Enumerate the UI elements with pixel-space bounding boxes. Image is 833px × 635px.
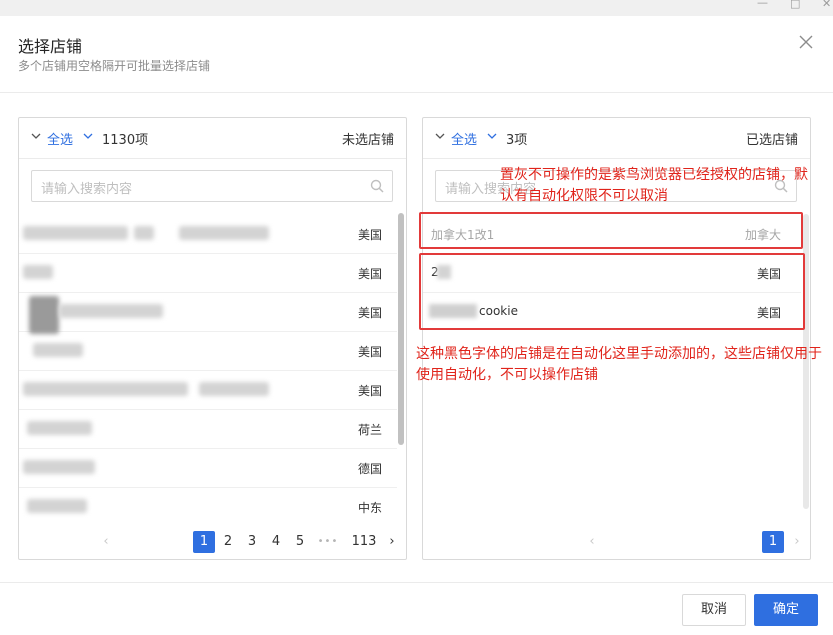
redacted-shop-name — [59, 304, 163, 318]
country-label: 美国 — [357, 228, 382, 242]
chevron-down-icon[interactable] — [435, 131, 445, 141]
dialog-subtitle: 多个店铺用空格隔开可批量选择店铺 — [18, 59, 211, 73]
list-item[interactable]: cookie 美国 — [423, 292, 801, 331]
page-button[interactable]: 1 — [762, 531, 784, 553]
country-label: 美国 — [357, 267, 382, 281]
page-button[interactable]: 4 — [265, 531, 287, 553]
page-button[interactable]: 2 — [217, 531, 239, 553]
redacted-shop-name — [134, 226, 154, 240]
confirm-button[interactable]: 确定 — [754, 594, 818, 626]
minimize-icon[interactable]: — — [757, 0, 768, 8]
pagination-ellipsis[interactable]: ••• — [317, 531, 339, 553]
list-item[interactable]: 荷兰 — [19, 409, 397, 449]
list-item[interactable]: 美国 — [19, 331, 397, 371]
left-panel-header: 全选 1130项 未选店铺 — [19, 118, 406, 159]
redacted-shop-name — [179, 226, 269, 240]
country-label: 荷兰 — [357, 423, 382, 437]
country-label: 加拿大 — [744, 228, 781, 242]
select-dropdown-icon[interactable] — [83, 131, 93, 141]
redacted-shop-avatar — [29, 296, 59, 334]
select-all-checkbox[interactable]: 全选 — [451, 129, 477, 148]
prev-page-icon[interactable]: ‹ — [95, 531, 117, 553]
annotation-manual-note: 这种黑色字体的店铺是在自动化这里手动添加的，这些店铺仅用于使用自动化，不可以操作… — [416, 346, 822, 383]
unselected-shops-panel: 全选 1130项 未选店铺 请输入搜索内容 美国 美国 美国 美国 美国 荷兰 … — [18, 117, 407, 560]
next-page-icon[interactable]: › — [381, 531, 403, 553]
redacted-shop-name — [23, 460, 95, 474]
next-page-icon[interactable]: › — [786, 531, 808, 553]
redacted-shop-name — [199, 382, 269, 396]
window-top-strip — [0, 0, 833, 16]
page-button[interactable]: 1 — [193, 531, 215, 553]
search-icon[interactable] — [370, 179, 384, 193]
country-label: 美国 — [756, 306, 781, 320]
search-input[interactable]: 请输入搜索内容 — [31, 170, 393, 202]
search-placeholder: 请输入搜索内容 — [41, 182, 133, 197]
right-panel-header: 全选 3项 已选店铺 — [423, 118, 810, 159]
country-label: 美国 — [357, 384, 382, 398]
close-icon[interactable] — [797, 33, 815, 51]
country-label: 中东 — [357, 501, 382, 515]
prev-page-icon[interactable]: ‹ — [581, 531, 603, 553]
redacted-shop-name — [23, 265, 53, 279]
panel-title: 已选店铺 — [745, 133, 798, 148]
country-label: 德国 — [357, 462, 382, 476]
redacted-shop-name — [429, 304, 477, 318]
redacted-shop-name — [27, 421, 92, 435]
item-count: 1130项 — [102, 133, 149, 148]
pagination: ‹ 1 2 3 4 5 ••• 113 › — [19, 531, 406, 553]
window-close-icon[interactable]: ✕ — [822, 0, 831, 9]
panel-title: 未选店铺 — [341, 133, 394, 148]
shop-name: cookie — [479, 304, 518, 318]
list-scrollbar[interactable] — [398, 213, 404, 445]
list-item[interactable]: 德国 — [19, 448, 397, 488]
page-button[interactable]: 3 — [241, 531, 263, 553]
list-item[interactable]: 美国 — [19, 253, 397, 293]
list-item-disabled: 加拿大1改1 加拿大 — [423, 214, 801, 254]
shop-name: 加拿大1改1 — [431, 228, 495, 242]
item-count: 3项 — [506, 133, 528, 148]
redacted-shop-name — [437, 265, 451, 279]
cancel-button[interactable]: 取消 — [682, 594, 746, 626]
country-label: 美国 — [756, 267, 781, 281]
header-divider — [0, 92, 833, 93]
page-button[interactable]: 5 — [289, 531, 311, 553]
select-dropdown-icon[interactable] — [487, 131, 497, 141]
country-label: 美国 — [357, 345, 382, 359]
redacted-shop-name — [27, 499, 87, 513]
maximize-icon[interactable]: □ — [790, 0, 800, 9]
select-all-checkbox[interactable]: 全选 — [47, 129, 73, 148]
redacted-shop-name — [33, 343, 83, 357]
chevron-down-icon[interactable] — [31, 131, 41, 141]
pagination: ‹ 1 › — [423, 531, 810, 553]
redacted-shop-name — [23, 226, 128, 240]
dialog-title: 选择店铺 — [18, 37, 83, 56]
annotation-disabled-note: 置灰不可操作的是紫鸟浏览器已经授权的店铺，默认有自动化权限不可以取消 — [500, 167, 808, 204]
list-item[interactable]: 美国 — [19, 370, 397, 410]
list-item[interactable]: 2 美国 — [423, 253, 801, 293]
country-label: 美国 — [357, 306, 382, 320]
footer-divider — [0, 582, 833, 583]
list-item[interactable]: 美国 — [19, 214, 397, 254]
redacted-shop-name — [23, 382, 188, 396]
list-item[interactable]: 美国 — [19, 292, 397, 334]
page-button[interactable]: 113 — [349, 531, 379, 553]
list-item[interactable]: 中东 — [19, 487, 397, 526]
